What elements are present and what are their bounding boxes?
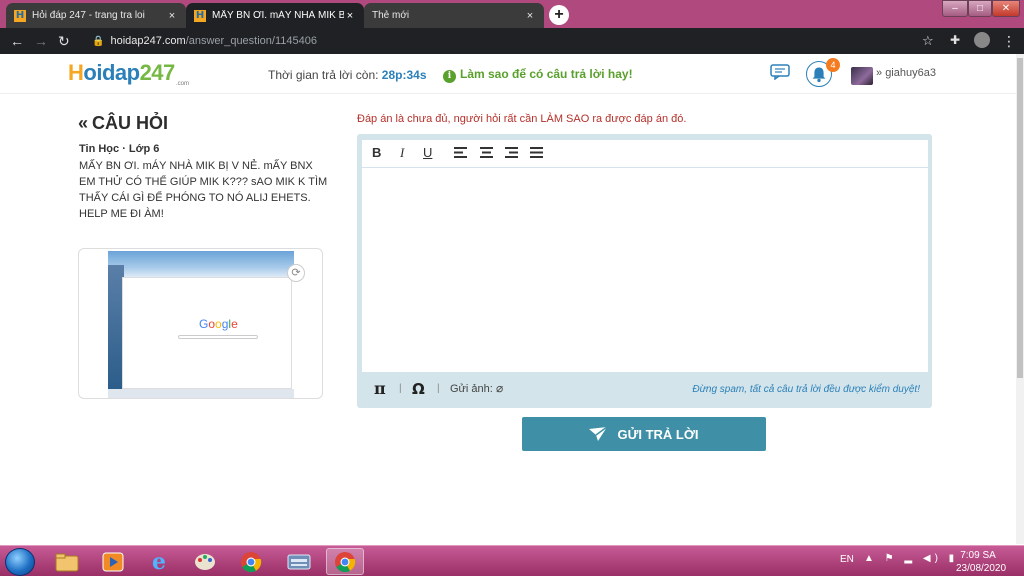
spam-warning: Đừng spam, tất cả câu trả lời đều được k… xyxy=(692,384,920,395)
tab-question[interactable]: H MẤY BN ƠI. mÁY NHÀ MIK BỊ V NẺ. × xyxy=(186,3,364,28)
editor-toolbar: B I U xyxy=(362,140,928,167)
windows-taskbar: e EN ▲ ⚑ ▂ ◀) ▮ 7:09 SA 23/08/2020 xyxy=(0,545,1024,576)
profile-avatar-icon[interactable] xyxy=(974,32,990,48)
chat-icon[interactable] xyxy=(770,64,790,80)
start-button[interactable] xyxy=(5,548,35,576)
chrome-icon[interactable] xyxy=(232,548,270,575)
thumbnail-taskbar xyxy=(108,389,294,398)
address-bar[interactable]: 🔒 hoidap247.com/answer_question/1145406 xyxy=(80,31,948,52)
special-char-omega-button[interactable]: Ω xyxy=(412,380,425,398)
tab-hoidap-answer[interactable]: H Hỏi đáp 247 - trang tra loi × xyxy=(6,3,186,28)
desktop-wallpaper xyxy=(108,251,294,279)
logo-domain-suffix: .com xyxy=(176,81,190,87)
keyboard-app-icon[interactable] xyxy=(280,548,318,575)
chrome-active-window-icon[interactable] xyxy=(326,548,364,575)
user-avatar[interactable] xyxy=(851,67,873,85)
file-explorer-icon[interactable] xyxy=(48,548,86,575)
media-player-icon[interactable] xyxy=(94,548,132,575)
tab-close-icon[interactable]: × xyxy=(524,10,536,22)
scrollbar-thumb[interactable] xyxy=(1017,58,1023,378)
browser-toolbar: ← → ↻ 🔒 hoidap247.com/answer_question/114… xyxy=(0,28,1024,54)
maximize-button[interactable]: □ xyxy=(968,0,992,17)
paint-icon[interactable] xyxy=(186,548,224,575)
clock-date: 23/08/2020 xyxy=(956,563,1007,574)
back-arrow-icon[interactable]: ← xyxy=(10,33,24,49)
url-path: /answer_question/1145406 xyxy=(185,35,317,47)
tab-title: MẤY BN ƠI. mÁY NHÀ MIK BỊ V NẺ. xyxy=(212,10,344,21)
align-left-icon[interactable] xyxy=(454,147,467,158)
tab-close-icon[interactable]: × xyxy=(166,10,178,22)
extensions-puzzle-icon[interactable]: ✚ xyxy=(950,33,960,47)
answer-text-area[interactable] xyxy=(362,168,928,372)
math-pi-button[interactable]: π xyxy=(374,379,386,398)
site-header: Hoidap247 .com Thời gian trả lời còn: 28… xyxy=(0,54,1016,94)
answer-requirement-note: Đáp án là chưa đủ, người hỏi rất cần LÀM… xyxy=(357,113,687,125)
bold-button[interactable]: B xyxy=(372,145,381,160)
new-tab-button[interactable]: + xyxy=(549,5,569,25)
divider: | xyxy=(399,383,402,394)
clock-time: 7:09 SA xyxy=(960,550,996,561)
double-chevron-left-icon[interactable]: « xyxy=(78,113,88,133)
question-heading: «CÂU HỎI xyxy=(78,113,168,134)
notification-count-badge: 4 xyxy=(826,58,840,72)
hoidap247-logo[interactable]: Hoidap247 xyxy=(68,60,175,86)
minimize-button[interactable]: – xyxy=(942,0,968,17)
align-right-icon[interactable] xyxy=(505,147,518,158)
italic-button[interactable]: I xyxy=(400,145,404,161)
tab-new[interactable]: Thẻ mới × xyxy=(364,3,544,28)
question-subject: Tin Học · Lớp 6 xyxy=(79,143,160,155)
tab-title: Hỏi đáp 247 - trang tra loi xyxy=(32,10,145,21)
align-justify-icon[interactable] xyxy=(530,147,543,158)
submit-answer-button[interactable]: GỬI TRẢ LỜI xyxy=(522,417,766,451)
tab-close-icon[interactable]: × xyxy=(344,10,356,22)
browser-tab-strip: H Hỏi đáp 247 - trang tra loi × H MẤY BN… xyxy=(0,0,1024,28)
good-answer-hint-link[interactable]: i Làm sao để có câu trả lời hay! xyxy=(443,67,633,83)
hint-text: Làm sao để có câu trả lời hay! xyxy=(460,67,633,81)
browser-menu-icon[interactable]: ⋮ xyxy=(1002,33,1016,50)
close-window-button[interactable]: ✕ xyxy=(992,0,1020,17)
browser-window-thumbnail xyxy=(122,277,292,389)
hoidap-favicon-icon: H xyxy=(194,9,206,22)
username-label: giahuy6a3 xyxy=(885,67,936,79)
bookmark-star-icon[interactable]: ☆ xyxy=(922,33,934,49)
divider: | xyxy=(437,383,440,394)
timer-label: Thời gian trả lời còn: xyxy=(268,68,379,82)
system-clock[interactable]: 7:09 SA 23/08/2020 xyxy=(956,549,1007,575)
language-indicator[interactable]: EN xyxy=(840,554,854,565)
timer-value: 28p:34s xyxy=(381,68,427,82)
info-icon: i xyxy=(443,70,456,83)
underline-button[interactable]: U xyxy=(423,145,432,160)
paperclip-icon[interactable]: ⌀ xyxy=(496,381,503,395)
reload-icon[interactable]: ↻ xyxy=(58,33,70,50)
url-domain: hoidap247.com xyxy=(110,35,186,47)
hoidap-favicon-icon: H xyxy=(14,9,26,22)
forward-arrow-icon[interactable]: → xyxy=(34,33,48,49)
question-screenshot-image[interactable]: Google xyxy=(108,251,294,398)
image-refresh-icon[interactable]: ⟳ xyxy=(287,264,305,282)
lock-icon: 🔒 xyxy=(92,36,105,47)
align-center-icon[interactable] xyxy=(480,147,493,158)
question-text: MẤY BN ƠI. mÁY NHÀ MIK BỊ V NẺ. mẤY BNX … xyxy=(79,160,328,220)
internet-explorer-icon[interactable]: e xyxy=(140,548,178,575)
editor-footer: π | Ω | Gửi ảnh: ⌀ Đừng spam, tất cả câu… xyxy=(362,377,928,403)
send-plane-icon xyxy=(589,427,608,441)
submit-label: GỬI TRẢ LỜI xyxy=(617,426,699,442)
attach-image-label[interactable]: Gửi ảnh: xyxy=(450,383,493,395)
answer-timer: Thời gian trả lời còn: 28p:34s xyxy=(268,68,427,82)
question-heading-label: CÂU HỎI xyxy=(92,113,169,133)
chevron-down-icon: » xyxy=(876,67,883,79)
google-search-box xyxy=(178,335,258,339)
google-logo: Google xyxy=(199,317,238,331)
system-tray-icons[interactable]: ▲ ⚑ ▂ ◀) ▮ xyxy=(864,553,958,564)
tab-title: Thẻ mới xyxy=(372,10,410,21)
user-menu[interactable]: » giahuy6a3 xyxy=(876,67,936,79)
